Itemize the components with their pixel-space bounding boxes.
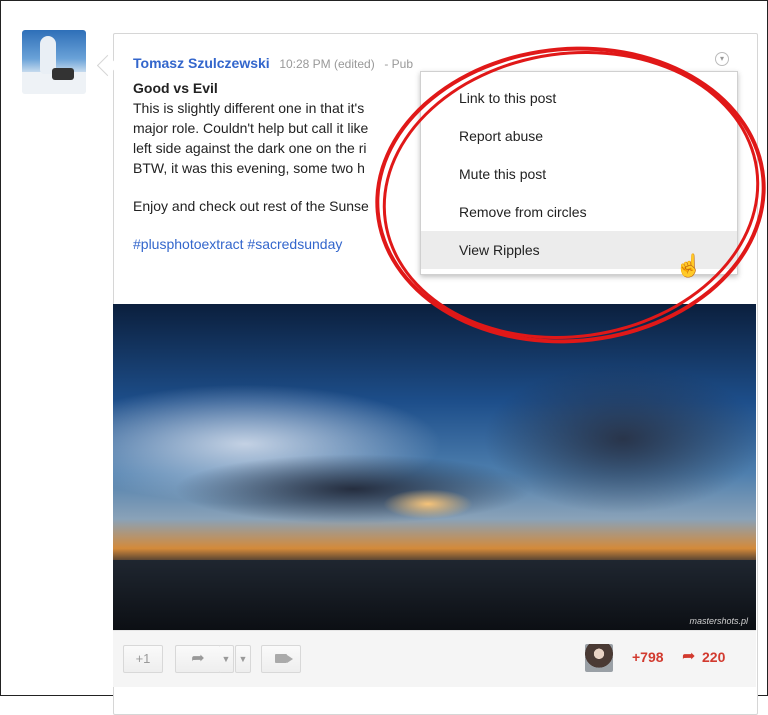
chevron-down-circle-icon[interactable]: ▾ (715, 52, 729, 66)
post-photo[interactable]: mastershots.pl (113, 304, 756, 630)
avatar-car (52, 68, 74, 80)
photo-sea (113, 560, 756, 630)
author-avatar[interactable] (22, 30, 86, 94)
post-options-menu: Link to this post Report abuse Mute this… (420, 71, 738, 275)
hand-pointer-icon: ☝ (675, 253, 703, 278)
menu-item-link-to-post[interactable]: Link to this post (421, 79, 737, 117)
plus-one-count[interactable]: +798 (632, 649, 664, 665)
photo-cloud (173, 454, 533, 524)
hangout-button[interactable] (261, 645, 301, 673)
post-action-bar: +1 ➦ ▼ ▼ +798 ➦ 220 (113, 630, 756, 687)
share-dropdown-button[interactable]: ▼ (219, 645, 234, 673)
share-more-button[interactable]: ▼ (235, 645, 251, 673)
chevron-down-icon: ▼ (238, 654, 248, 664)
share-count[interactable]: 220 (702, 649, 725, 665)
photo-sunset-glow (383, 489, 473, 519)
post-header: Tomasz Szulczewski 10:28 PM (edited) - P… (133, 55, 413, 71)
share-arrow-icon: ➦ (682, 648, 696, 665)
share-button[interactable]: ➦ (175, 645, 221, 673)
plusser-avatar[interactable] (585, 644, 613, 672)
video-camera-icon (275, 654, 293, 663)
chevron-down-icon: ▼ (221, 654, 231, 664)
post-visibility[interactable]: - Pub (384, 57, 413, 71)
menu-item-report-abuse[interactable]: Report abuse (421, 117, 737, 155)
menu-item-mute-post[interactable]: Mute this post (421, 155, 737, 193)
post-timestamp[interactable]: 10:28 PM (edited) (279, 57, 374, 71)
author-name-link[interactable]: Tomasz Szulczewski (133, 55, 270, 71)
share-arrow-icon: ➦ (191, 650, 205, 667)
menu-item-remove-from-circles[interactable]: Remove from circles (421, 193, 737, 231)
photo-watermark: mastershots.pl (689, 616, 748, 626)
plus-one-button[interactable]: +1 (123, 645, 163, 673)
